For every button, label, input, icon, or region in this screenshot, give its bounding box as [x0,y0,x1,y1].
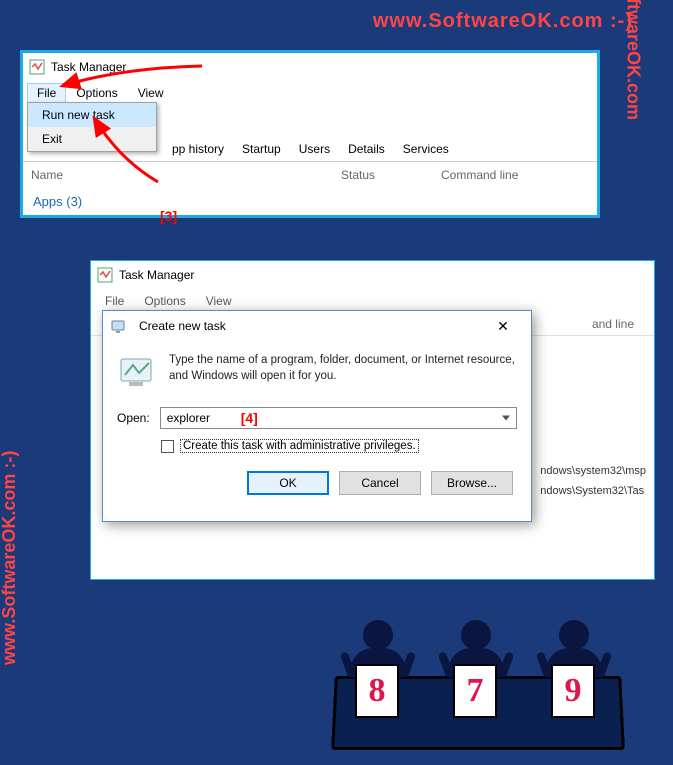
annotation-3: [3] [160,208,177,224]
admin-label: Create this task with administrative pri… [180,439,419,453]
path-1: ndows\system32\msp [540,461,646,481]
judges-illustration: 8 7 9 [333,570,623,750]
ok-button[interactable]: OK [247,471,329,495]
arrow-2 [50,60,210,100]
tab-users[interactable]: Users [290,137,339,161]
admin-checkbox[interactable] [161,440,174,453]
path-2: ndows\System32\Tas [540,481,646,501]
watermark-top: www.SoftwareOK.com :-) [373,10,633,33]
dialog-title: Create new task [139,319,226,333]
window-title: Task Manager [119,268,194,282]
score-card-1: 8 [355,664,399,718]
dialog-description: Type the name of a program, folder, docu… [169,353,517,384]
run-program-icon [117,353,157,393]
task-manager-icon [97,267,113,283]
watermark-left: www.SoftwareOK.com :-) [0,451,20,665]
score-card-2: 7 [453,664,497,718]
close-button[interactable]: ✕ [483,314,523,338]
score-card-3: 9 [551,664,595,718]
menu-view[interactable]: View [196,291,242,311]
create-new-task-dialog: Create new task ✕ Type the name of a pro… [102,310,532,522]
open-value: explorer [167,411,210,425]
close-icon: ✕ [497,318,509,335]
open-combobox[interactable]: explorer [4] [160,407,517,429]
menu-options[interactable]: Options [134,291,195,311]
col-status[interactable]: Status [341,168,441,182]
apps-group[interactable]: Apps (3) [23,188,597,215]
cancel-button[interactable]: Cancel [339,471,421,495]
titlebar[interactable]: Task Manager [91,261,654,289]
menu-file[interactable]: File [95,291,134,311]
background-paths: ndows\system32\msp ndows\System32\Tas [540,461,646,501]
browse-button[interactable]: Browse... [431,471,513,495]
col-cmdline-partial: and line [592,317,634,331]
tab-details[interactable]: Details [339,137,394,161]
dialog-titlebar[interactable]: Create new task ✕ [103,311,531,341]
tab-services[interactable]: Services [394,137,458,161]
tab-startup[interactable]: Startup [233,137,290,161]
col-name[interactable]: Name [31,168,341,182]
col-cmdline[interactable]: Command line [441,168,518,182]
annotation-4: [4] [241,410,258,426]
arrow-3 [80,110,180,190]
task-manager-icon [29,59,45,75]
watermark-right: www.SoftwareOK.com [622,0,643,120]
open-label: Open: [117,411,150,425]
run-dialog-icon [111,318,127,334]
